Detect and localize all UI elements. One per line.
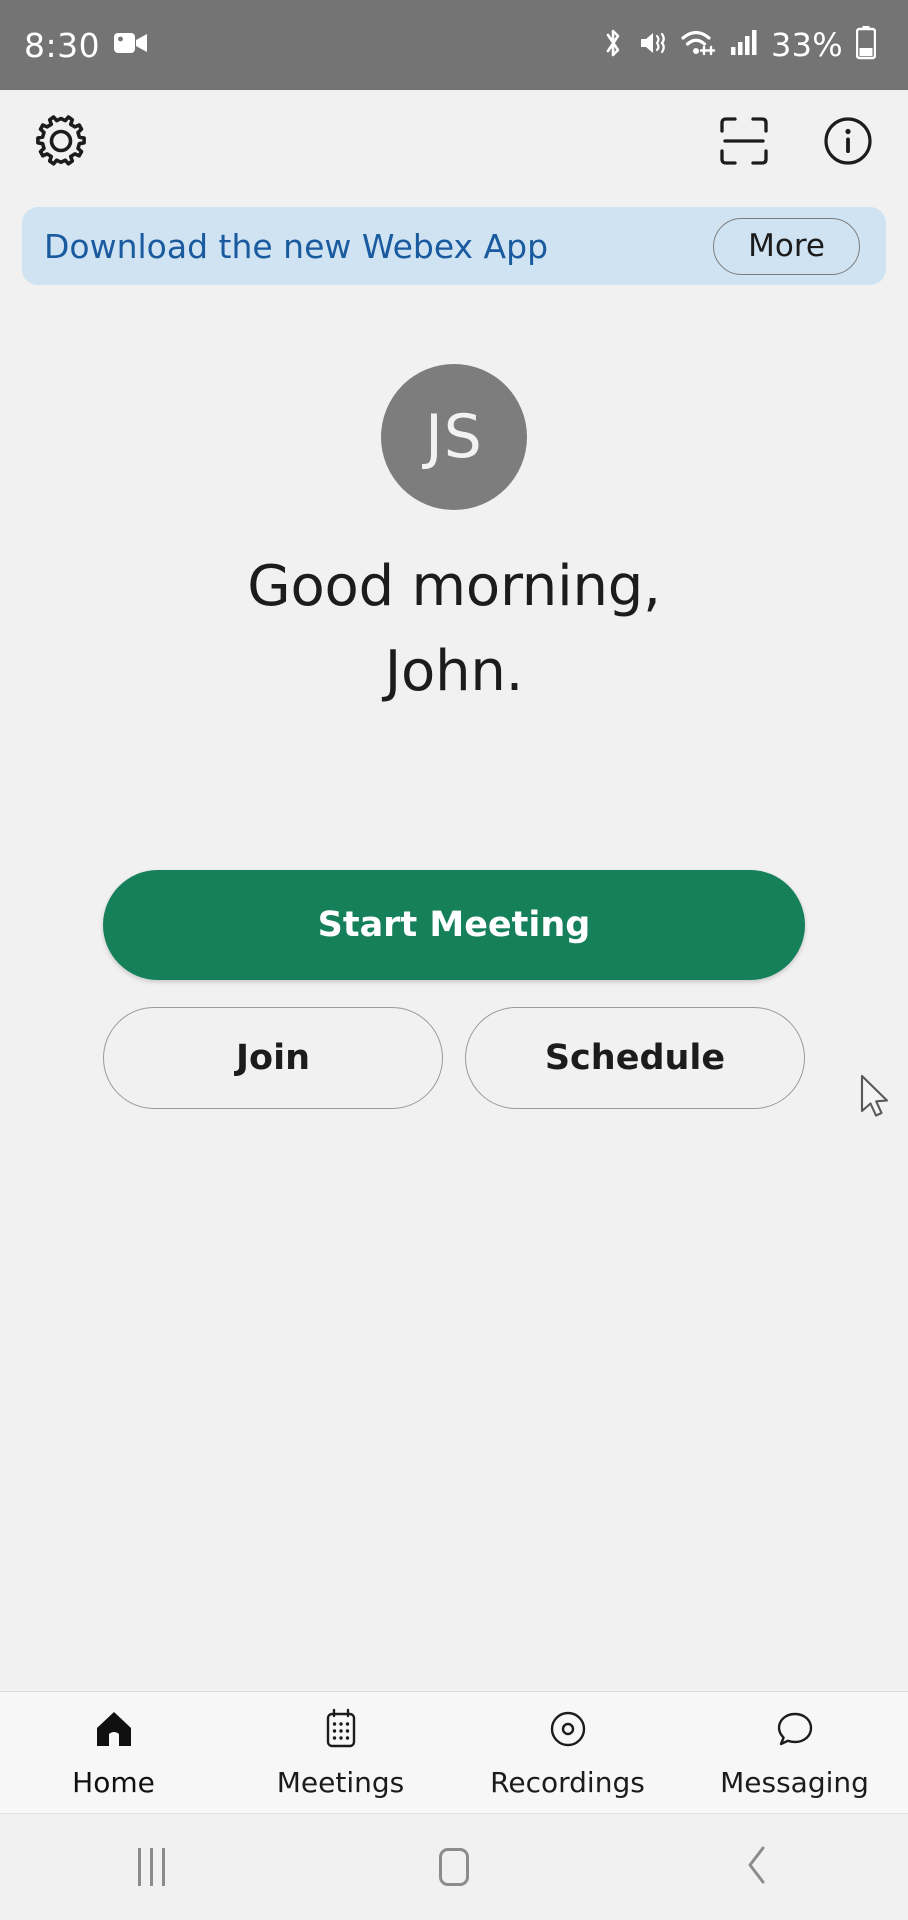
- recording-disc-icon: [546, 1707, 590, 1755]
- promo-banner[interactable]: Download the new Webex App More: [22, 207, 886, 285]
- phone-screen: 8:30 33% Download the new Webex App More…: [0, 0, 908, 1920]
- status-bar-left: 8:30: [24, 26, 148, 65]
- chat-bubble-icon: [773, 1707, 817, 1755]
- wifi-calling-icon: [681, 27, 717, 63]
- promo-banner-message: Download the new Webex App: [44, 226, 549, 266]
- secondary-action-row: Join Schedule: [103, 1007, 805, 1109]
- video-camera-icon: [114, 31, 148, 59]
- greeting-line-1: Good morning,: [247, 554, 661, 619]
- home-square-icon: [439, 1848, 469, 1886]
- settings-button[interactable]: [34, 114, 88, 172]
- avatar-initials: JS: [425, 402, 483, 472]
- tab-meetings[interactable]: Meetings: [227, 1707, 454, 1799]
- info-button[interactable]: [822, 115, 874, 171]
- greeting-text: Good morning, John.: [247, 544, 661, 714]
- tab-recordings[interactable]: Recordings: [454, 1707, 681, 1799]
- promo-banner-container: Download the new Webex App More: [0, 195, 908, 285]
- app-header-actions: [718, 115, 874, 171]
- back-chevron-icon: [742, 1843, 772, 1891]
- battery-icon: [855, 26, 877, 64]
- status-bar-right: 33%: [601, 26, 884, 64]
- status-bar-clock: 8:30: [24, 25, 101, 65]
- app-header: [0, 90, 908, 195]
- promo-more-button[interactable]: More: [713, 217, 860, 275]
- system-status-bar: 8:30 33%: [0, 0, 908, 90]
- calendar-icon: [319, 1707, 363, 1755]
- back-button[interactable]: [605, 1843, 908, 1891]
- avatar[interactable]: JS: [381, 364, 527, 510]
- home-button[interactable]: [303, 1848, 606, 1886]
- meeting-actions: Start Meeting Join Schedule: [0, 870, 908, 1109]
- signal-bars-icon: [730, 27, 758, 63]
- home-content: JS Good morning, John. Start Meeting Joi…: [0, 285, 908, 1691]
- bottom-tab-bar: Home Meetings Recordings Messaging: [0, 1691, 908, 1813]
- tab-home-label: Home: [72, 1765, 155, 1799]
- start-meeting-button[interactable]: Start Meeting: [103, 870, 805, 980]
- tab-meetings-label: Meetings: [276, 1765, 405, 1799]
- tab-messaging-label: Messaging: [720, 1765, 869, 1799]
- info-circle-icon: [822, 115, 874, 171]
- home-icon: [92, 1707, 136, 1755]
- join-button[interactable]: Join: [103, 1007, 443, 1109]
- tab-home[interactable]: Home: [0, 1707, 227, 1799]
- android-system-nav: [0, 1813, 908, 1920]
- battery-percentage: 33%: [770, 26, 843, 64]
- schedule-button[interactable]: Schedule: [465, 1007, 805, 1109]
- recents-button[interactable]: [0, 1848, 303, 1886]
- bluetooth-icon: [601, 27, 625, 63]
- mute-vibrate-icon: [638, 27, 668, 63]
- tab-recordings-label: Recordings: [490, 1765, 645, 1799]
- tab-messaging[interactable]: Messaging: [681, 1707, 908, 1799]
- recents-icon: [137, 1848, 165, 1886]
- qr-scan-icon: [718, 115, 770, 171]
- greeting-line-2: John.: [384, 639, 524, 705]
- gear-icon: [34, 114, 88, 172]
- qr-scan-button[interactable]: [718, 115, 770, 171]
